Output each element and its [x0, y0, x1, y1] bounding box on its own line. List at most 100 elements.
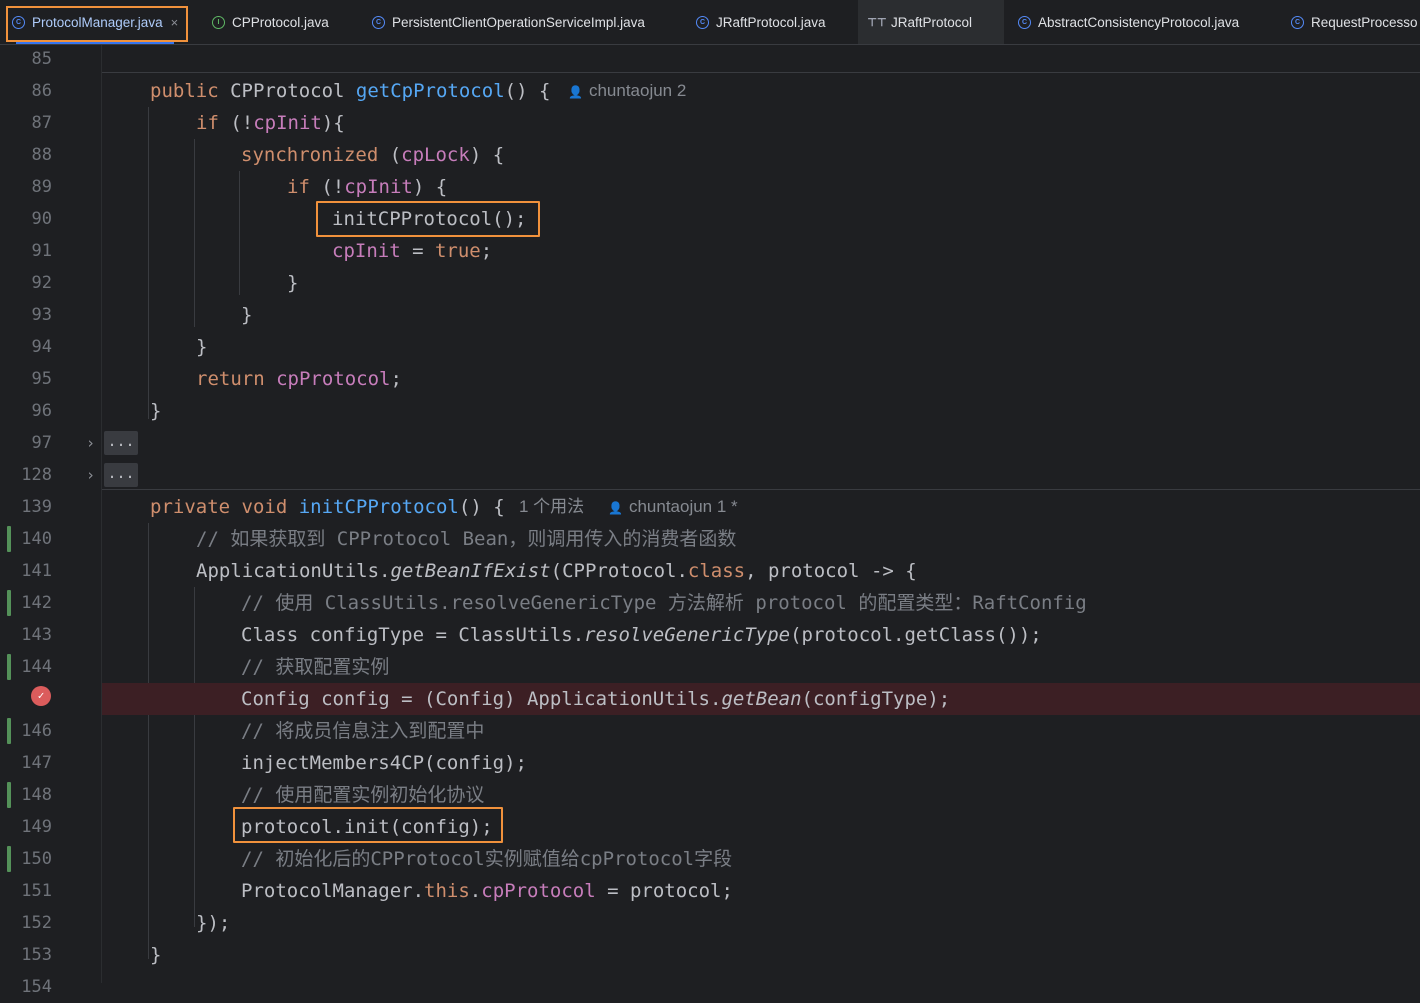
field: cpInit: [332, 240, 401, 262]
punct: }: [150, 944, 162, 966]
class-icon: C: [696, 15, 709, 29]
class-ref: ApplicationUtils.: [196, 560, 391, 582]
code-text: (protocol.getClass());: [790, 624, 1042, 646]
punct: });: [196, 912, 231, 934]
code-line: initCPProtocol();: [102, 203, 1420, 235]
static-method: getBeanIfExist: [390, 560, 551, 582]
close-icon[interactable]: ×: [171, 15, 179, 30]
tab-persistent-client-operation-service-impl[interactable]: C PersistentClientOperationServiceImpl.j…: [372, 0, 645, 44]
field: cpInit: [344, 176, 413, 198]
code-text: Config config = (Config) ApplicationUtil…: [241, 688, 722, 710]
comment: // 使用 ClassUtils.resolveGenericType 方法解析…: [241, 592, 1087, 614]
field: cpLock: [401, 144, 470, 166]
code-line: ...: [102, 427, 1420, 459]
line-number: 143: [21, 625, 52, 645]
code-line: // 使用配置实例初始化协议: [102, 779, 1420, 811]
usages-inlay-hint[interactable]: 1 个用法: [519, 491, 584, 523]
line-number: 91: [31, 241, 52, 261]
tab-label: RequestProcesso: [1311, 14, 1418, 30]
code-line: }: [102, 939, 1420, 971]
keyword: if: [196, 112, 231, 134]
method-name: getCpProtocol: [355, 80, 505, 102]
tab-label: JRaftProtocol: [891, 14, 973, 30]
code-line: if (!cpInit) {: [102, 171, 1420, 203]
method-call: protocol.init(config);: [241, 816, 493, 838]
code-line: }: [102, 267, 1420, 299]
code-line: private void initCPProtocol() { 1 个用法 👤 c…: [102, 491, 1420, 523]
tab-abstract-consistency-protocol[interactable]: C AbstractConsistencyProtocol.java: [1018, 0, 1239, 44]
field: cpProtocol: [481, 880, 596, 902]
comment: // 初始化后的CPProtocol实例赋值给cpProtocol字段: [241, 848, 733, 870]
line-number: 154: [21, 977, 52, 997]
structure-icon: ⊤⊤: [867, 16, 887, 29]
author-label: chuntaojun 1 *: [628, 497, 738, 516]
vcs-change-marker[interactable]: [7, 526, 11, 552]
static-method: resolveGenericType: [584, 624, 791, 646]
punct: ) {: [412, 176, 448, 198]
line-number: 141: [21, 561, 52, 581]
line-number: 128: [21, 465, 52, 485]
vcs-change-marker[interactable]: [7, 590, 11, 616]
comment: // 将成员信息注入到配置中: [241, 720, 485, 742]
tab-jraft-protocol-structure[interactable]: ⊤⊤ JRaftProtocol: [858, 0, 1004, 44]
line-number: 97: [31, 433, 52, 453]
field: cpInit: [253, 112, 322, 134]
code-line: // 获取配置实例: [102, 651, 1420, 683]
line-number: 89: [31, 177, 52, 197]
punct: }: [287, 272, 299, 294]
code-line: }: [102, 331, 1420, 363]
comment: // 获取配置实例: [241, 656, 390, 678]
code-text: (CPProtocol.: [550, 560, 688, 582]
punct: () {: [458, 496, 505, 518]
comment: // 如果获取到 CPProtocol Bean，则调用传入的消费者函数: [196, 528, 737, 550]
vcs-change-marker[interactable]: [7, 846, 11, 872]
tab-protocol-manager[interactable]: C ProtocolManager.java ×: [12, 0, 178, 44]
tab-jraft-protocol-java[interactable]: C JRaftProtocol.java: [696, 0, 826, 44]
breakpoint-line: Config config = (Config) ApplicationUtil…: [102, 683, 1420, 715]
expand-fold-icon[interactable]: ›: [86, 459, 95, 491]
author-inlay-hint[interactable]: 👤 chuntaojun 2: [568, 75, 686, 108]
punct: () {: [504, 80, 551, 102]
vcs-change-marker[interactable]: [7, 718, 11, 744]
code-editor[interactable]: public CPProtocol getCpProtocol() { 👤 chu…: [102, 45, 1420, 983]
code-line: if (!cpInit){: [102, 107, 1420, 139]
tab-cpprotocol[interactable]: I CPProtocol.java: [212, 0, 329, 44]
breakpoint-icon[interactable]: ✓: [31, 686, 51, 706]
code-line: // 使用 ClassUtils.resolveGenericType 方法解析…: [102, 587, 1420, 619]
vcs-change-marker[interactable]: [7, 654, 11, 680]
author-inlay-hint[interactable]: 👤 chuntaojun 1 *: [608, 491, 738, 524]
punct: .: [469, 880, 482, 902]
line-number: 151: [21, 881, 52, 901]
code-line: });: [102, 907, 1420, 939]
line-number: 96: [31, 401, 52, 421]
folded-region[interactable]: ...: [104, 431, 138, 455]
tab-label: ProtocolManager.java: [32, 14, 163, 30]
line-number: 87: [31, 113, 52, 133]
method-call: initCPProtocol();: [332, 208, 527, 230]
code-line: // 初始化后的CPProtocol实例赋值给cpProtocol字段: [102, 843, 1420, 875]
tab-label: PersistentClientOperationServiceImpl.jav…: [392, 14, 645, 30]
line-number: 153: [21, 945, 52, 965]
punct: }: [196, 336, 208, 358]
line-number: 139: [21, 497, 52, 517]
line-number: 92: [31, 273, 52, 293]
author-label: chuntaojun 2: [588, 81, 687, 100]
keyword: private void: [150, 496, 299, 518]
interface-icon: I: [212, 15, 225, 29]
code-line: protocol.init(config);: [102, 811, 1420, 843]
field: cpProtocol: [276, 368, 391, 390]
editor-gutter[interactable]: 85 86 87 88 89 90 91 92 93 94 95 96 97 ›…: [0, 45, 102, 997]
folded-region[interactable]: ...: [104, 463, 138, 487]
keyword: this: [424, 880, 470, 902]
line-number: 90: [31, 209, 52, 229]
class-icon: C: [12, 15, 25, 29]
expand-fold-icon[interactable]: ›: [86, 427, 95, 459]
keyword: public: [150, 80, 231, 102]
code-line: ...: [102, 459, 1420, 491]
code-line: return cpProtocol;: [102, 363, 1420, 395]
keyword: return: [196, 368, 277, 390]
tab-request-processor[interactable]: C RequestProcesso: [1291, 0, 1418, 44]
code-line: // 如果获取到 CPProtocol Bean，则调用传入的消费者函数: [102, 523, 1420, 555]
vcs-change-marker[interactable]: [7, 782, 11, 808]
line-number: 149: [21, 817, 52, 837]
